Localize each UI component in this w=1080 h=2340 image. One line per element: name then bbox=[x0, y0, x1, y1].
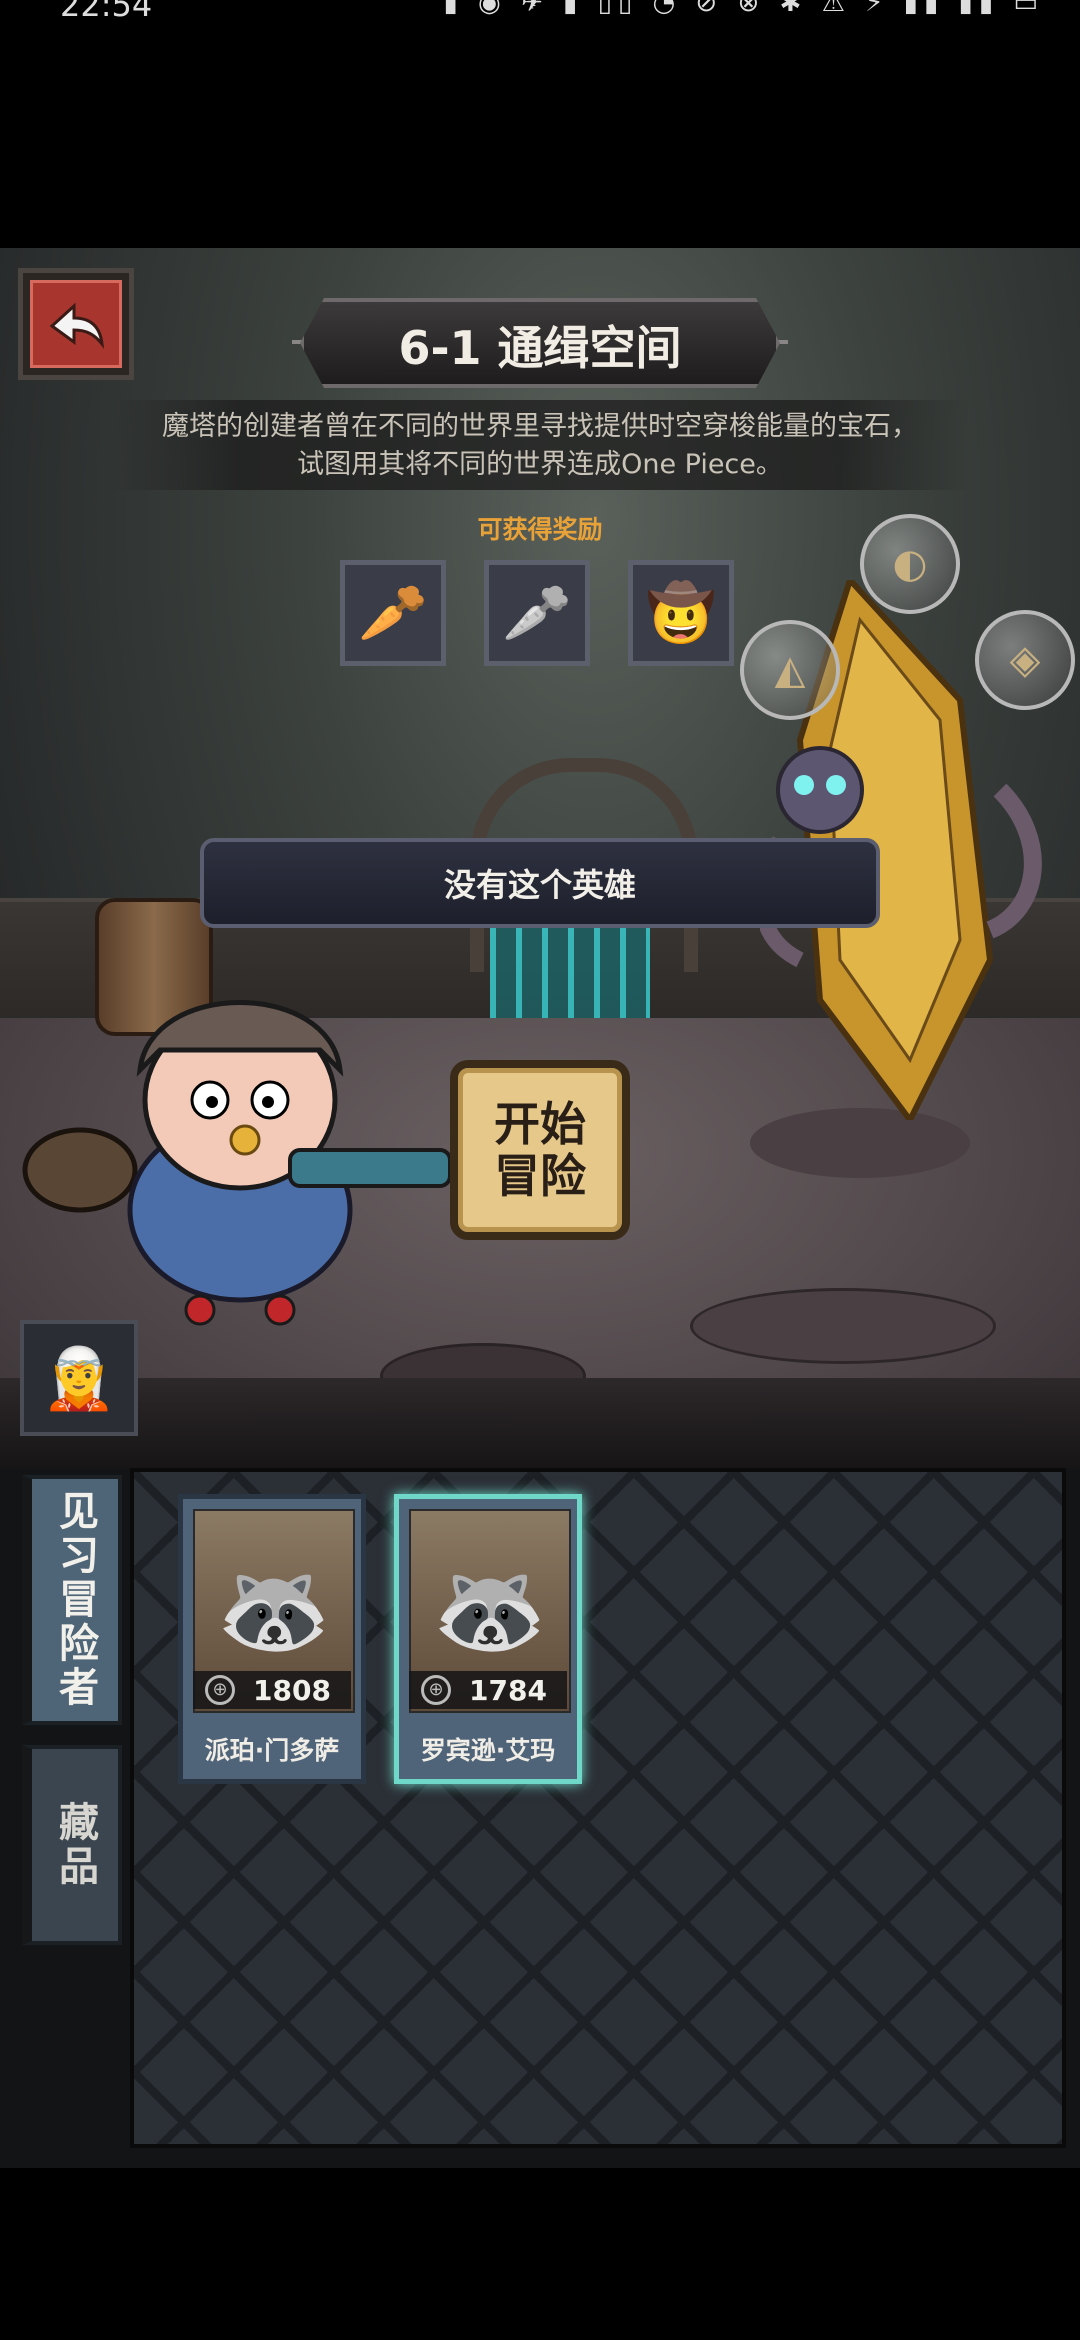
back-arrow-icon bbox=[30, 280, 122, 368]
hero-card-selected[interactable]: 🦝 ⊕ 1784 罗宾逊·艾玛 bbox=[394, 1494, 582, 1784]
bottom-bar bbox=[0, 2168, 1080, 2340]
hero-name: 派珀·门多萨 bbox=[204, 1736, 340, 1765]
golden-carrot-icon: 🥕 bbox=[358, 581, 428, 646]
boss-orb-bubble: ◈ bbox=[975, 610, 1075, 710]
floor-shadow bbox=[0, 1378, 1080, 1468]
hero-name: 罗宾逊·艾玛 bbox=[420, 1736, 556, 1765]
status-icons: ▮ ◉ ✈ ▮ ▯▯ ◔ ⊘ ⊗ ✱ ⚠ ⚡ ▮▮ ▮▮ ▭ bbox=[443, 0, 1044, 18]
floor-puddle bbox=[690, 1288, 996, 1364]
start-adventure-label: 开始冒险 bbox=[494, 1097, 586, 1203]
hero-power: ⊕ 1808 bbox=[193, 1671, 351, 1709]
boss-orb-bubble: ◐ bbox=[860, 514, 960, 614]
cowboy-hat-icon: 🤠 bbox=[646, 581, 716, 646]
hero-power-value: 1784 bbox=[469, 1673, 547, 1707]
start-adventure-button[interactable]: 开始冒险 bbox=[450, 1060, 630, 1240]
tab-apprentice-adventurers[interactable]: 见习冒险者 bbox=[22, 1475, 122, 1725]
orb-icon: ◐ bbox=[892, 541, 928, 587]
tab-collection[interactable]: 藏品 bbox=[22, 1745, 122, 1945]
companion-figure-icon: 🧝 bbox=[41, 1343, 117, 1414]
toast-text: 没有这个英雄 bbox=[443, 866, 636, 904]
status-time: 22:54 bbox=[60, 0, 153, 24]
crosshair-icon: ⊕ bbox=[205, 1675, 235, 1705]
orb-icon: ◭ bbox=[774, 647, 806, 693]
hero-character bbox=[20, 960, 452, 1340]
crosshair-icon: ⊕ bbox=[421, 1675, 451, 1705]
back-button[interactable] bbox=[18, 268, 134, 380]
hero-card[interactable]: 🦝 ⊕ 1808 派珀·门多萨 bbox=[178, 1494, 366, 1784]
companion-portrait[interactable]: 🧝 bbox=[20, 1320, 138, 1436]
hero-power-value: 1808 bbox=[253, 1673, 331, 1707]
hero-power: ⊕ 1784 bbox=[409, 1671, 567, 1709]
orb-icon: ◈ bbox=[1009, 637, 1041, 683]
toast-message: 没有这个英雄 bbox=[200, 838, 880, 928]
level-description: 魔塔的创建者曾在不同的世界里寻找提供时空穿梭能量的宝石，试图用其将不同的世界连成… bbox=[162, 411, 918, 480]
rewards-label: 可获得奖励 bbox=[477, 515, 603, 544]
reward-silver-carrot[interactable]: 🥕 bbox=[484, 560, 590, 666]
reward-golden-carrot[interactable]: 🥕 bbox=[340, 560, 446, 666]
level-title: 6-1 通缉空间 bbox=[398, 321, 682, 375]
reward-cowboy-hat[interactable]: 🤠 bbox=[628, 560, 734, 666]
silver-carrot-icon: 🥕 bbox=[502, 581, 572, 646]
boss-orb-bubble: ◭ bbox=[740, 620, 840, 720]
status-bar: 22:54 ▮ ◉ ✈ ▮ ▯▯ ◔ ⊘ ⊗ ✱ ⚠ ⚡ ▮▮ ▮▮ ▭ bbox=[0, 0, 1080, 30]
glowing-gate bbox=[490, 918, 650, 1028]
